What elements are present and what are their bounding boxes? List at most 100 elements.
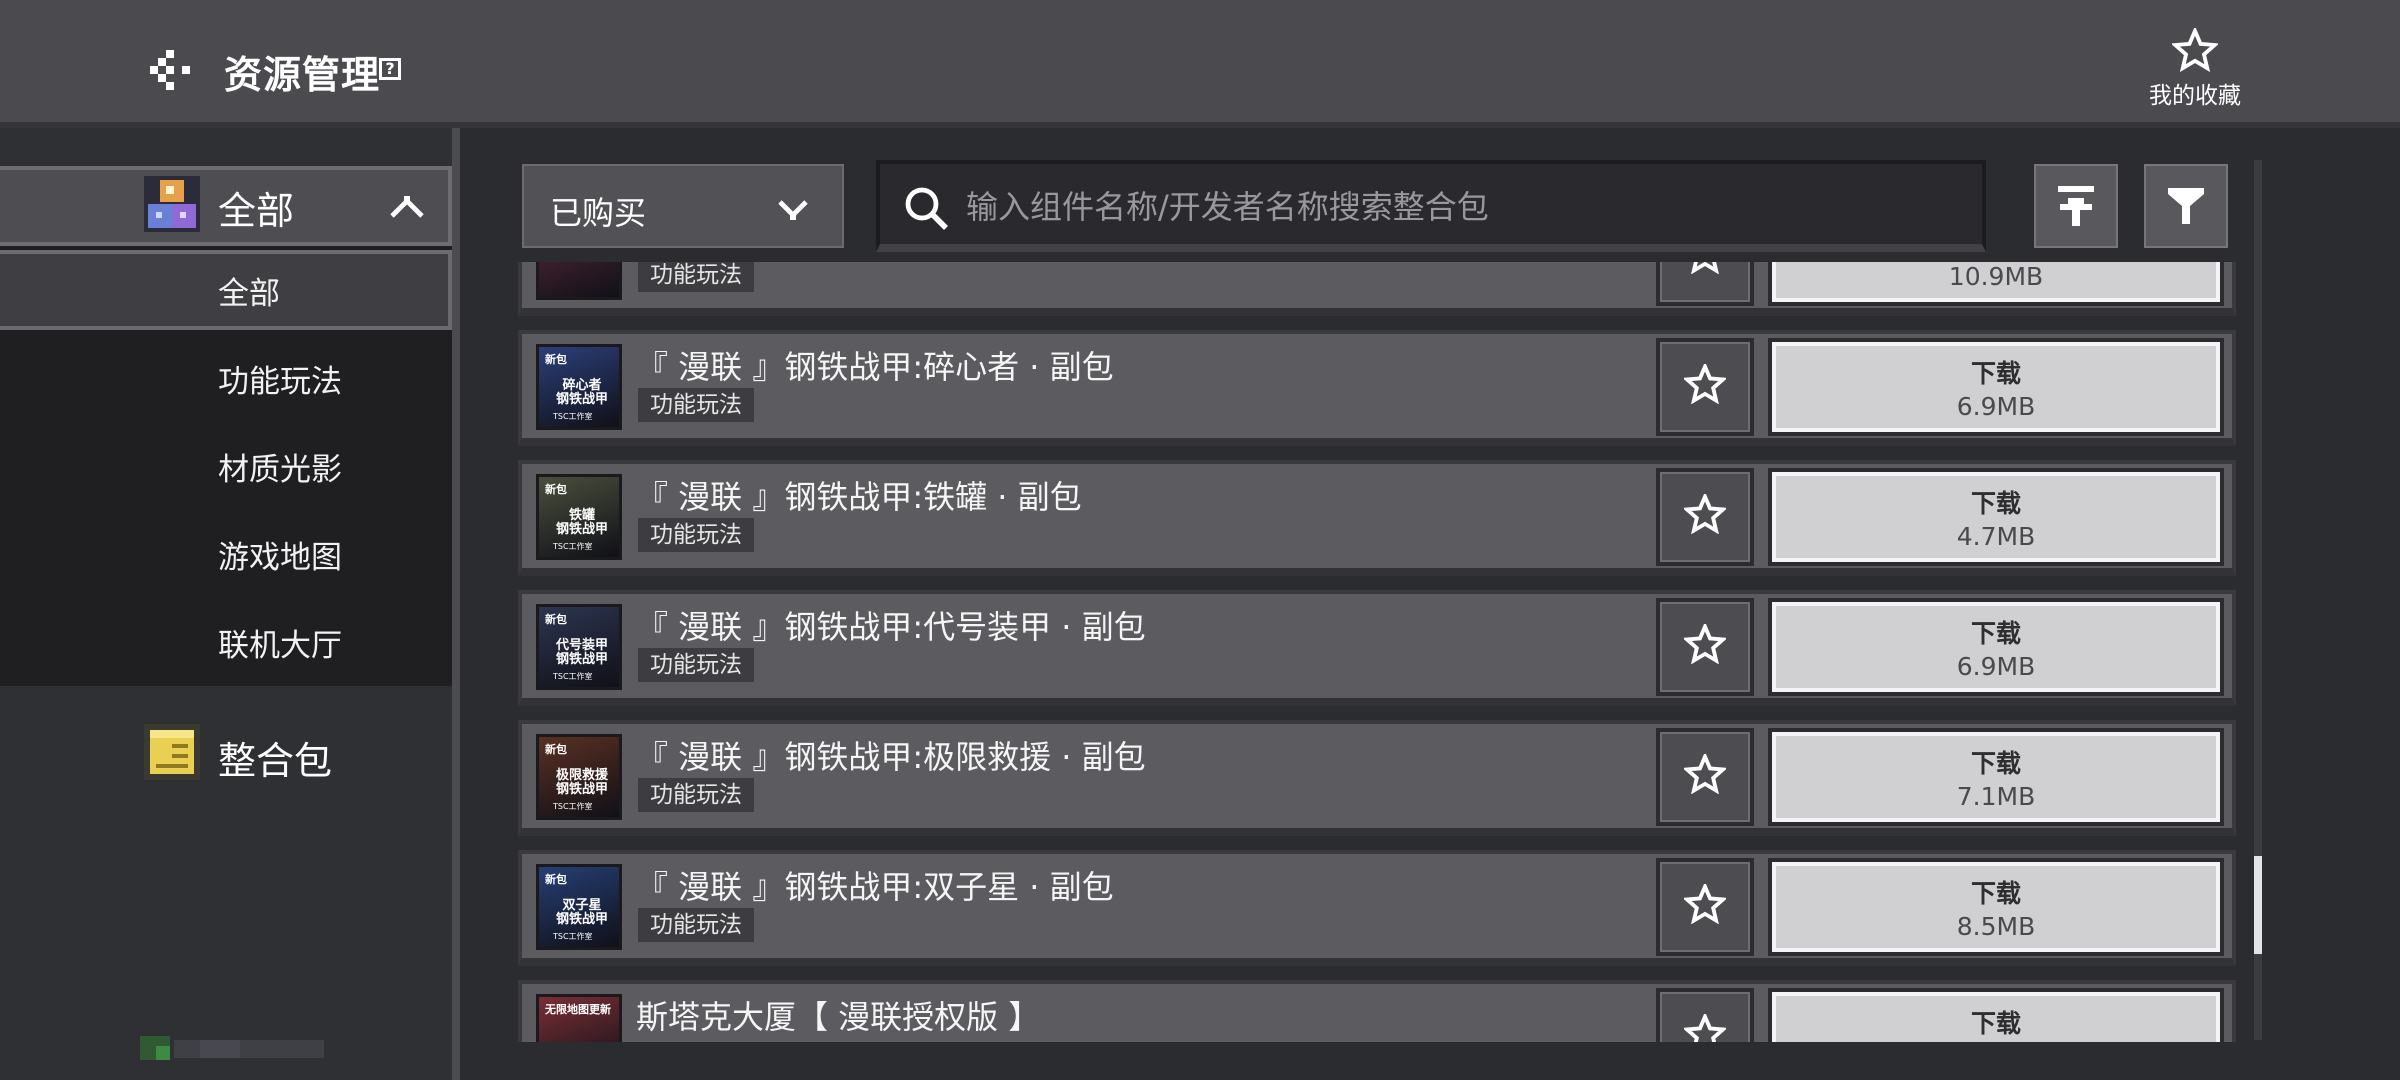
- resource-thumbnail: 新包 双子星 钢铁战甲 TSC工作室: [536, 864, 622, 950]
- file-size: 4.7MB: [1956, 522, 2036, 551]
- list-item[interactable]: 新包代号装甲 钢铁战甲 TSC工作室 『 漫联 』钢铁战甲:代号装甲 · 副包 功能玩法…: [518, 590, 2236, 706]
- download-button[interactable]: 下载 6.9MB: [1768, 338, 2224, 436]
- thumbnail-studio: TSC工作室: [553, 542, 593, 551]
- thumbnail-studio: TSC工作室: [553, 412, 593, 421]
- filter-dropdown-value: 已购买: [550, 194, 647, 232]
- resource-title: 斯塔克大厦【 漫联授权版 】: [636, 998, 1041, 1036]
- thumbnail-studio: TSC工作室: [553, 672, 593, 681]
- scrollbar-thumb[interactable]: [2254, 856, 2262, 954]
- favorite-button[interactable]: [1656, 728, 1754, 826]
- filter-button[interactable]: [2140, 160, 2232, 252]
- download-label: 下载: [1970, 1009, 2021, 1038]
- list-item[interactable]: 新包铁罐 钢铁战甲 TSC工作室 『 漫联 』钢铁战甲:铁罐 · 副包 功能玩法 下载 4.…: [518, 460, 2236, 576]
- thumbnail-title: 铁罐 钢铁战甲: [555, 508, 608, 537]
- resource-thumbnail: 无限地图更新: [536, 994, 622, 1042]
- download-label: 下载: [1970, 749, 2021, 778]
- file-size: 8.5MB: [1956, 912, 2036, 941]
- download-label: 下载: [1970, 359, 2021, 388]
- resource-title: 『 漫联 』钢铁战甲:铁罐 · 副包: [636, 478, 1082, 516]
- download-label: 下载: [1970, 489, 2021, 518]
- category-tag: 功能玩法: [638, 388, 754, 422]
- download-button[interactable]: 下载10.9MB: [1768, 262, 2224, 306]
- list-item[interactable]: 新包 双子星 钢铁战甲 TSC工作室 『 漫联 』钢铁战甲:双子星 · 副包 功能玩法 下载…: [518, 850, 2236, 966]
- favorite-button[interactable]: [1656, 858, 1754, 956]
- file-size: 6.9MB: [1956, 392, 2036, 421]
- star-icon: [1684, 364, 1726, 404]
- subcategory-item-gameplay[interactable]: 功能玩法: [218, 356, 342, 401]
- resource-thumbnail: 新包代号装甲 钢铁战甲 TSC工作室: [536, 604, 622, 690]
- search-icon: [905, 187, 948, 230]
- category-tag: 功能玩法: [638, 648, 754, 682]
- resource-title: 『 漫联 』钢铁战甲:碎心者 · 副包: [636, 348, 1114, 386]
- star-icon: [1684, 754, 1726, 794]
- thumbnail-badge: 新包: [545, 483, 567, 496]
- file-size: 10.9MB: [1948, 262, 2044, 291]
- star-icon: [1684, 1014, 1726, 1042]
- thumbnail-badge: 新包: [545, 613, 567, 626]
- search-input[interactable]: [964, 178, 1948, 236]
- list-item[interactable]: 新包 碎心者 钢铁战甲 TSC工作室 『 漫联 』钢铁战甲:碎心者 · 副包 功能玩法 下载…: [518, 330, 2236, 446]
- sidebar-divider: [452, 128, 460, 1080]
- download-button[interactable]: 下载: [1768, 988, 2224, 1042]
- subcategory-label[interactable]: 全部: [218, 268, 280, 313]
- thumbnail-badge: 新包: [545, 743, 567, 756]
- thumbnail-title: 极限救援 钢铁战甲: [555, 768, 608, 797]
- my-favorites-label: 我的收藏: [2149, 83, 2241, 109]
- category-tag: 功能玩法: [638, 778, 754, 812]
- download-button[interactable]: 下载 7.1MB: [1768, 728, 2224, 826]
- category-tag: 功能玩法: [638, 908, 754, 942]
- list-item[interactable]: 无限地图更新 斯塔克大厦【 漫联授权版 】 下载: [518, 980, 2236, 1042]
- scroll-to-top-button[interactable]: [2030, 160, 2122, 252]
- subcategory-item-maps[interactable]: 游戏地图: [218, 532, 342, 577]
- resource-title: 『 漫联 』钢铁战甲:极限救援 · 副包: [636, 738, 1146, 776]
- download-button[interactable]: 下载 6.9MB: [1768, 598, 2224, 696]
- download-button[interactable]: 下载 4.7MB: [1768, 468, 2224, 566]
- category-all-label: 全部: [218, 189, 295, 233]
- favorite-button[interactable]: [1656, 988, 1754, 1042]
- star-icon: [1691, 262, 1719, 274]
- back-icon[interactable]: [150, 50, 198, 90]
- filter-dropdown[interactable]: 已购买: [518, 160, 848, 252]
- thumbnail-studio: TSC工作室: [553, 802, 593, 811]
- favorite-button[interactable]: [1656, 598, 1754, 696]
- resource-title: 『 漫联 』钢铁战甲:双子星 · 副包: [636, 868, 1114, 906]
- star-icon: [2172, 28, 2218, 72]
- scroll-top-icon: [2058, 186, 2094, 226]
- subcategory-item-textures[interactable]: 材质光影: [218, 444, 342, 489]
- resource-thumbnail: [536, 262, 622, 300]
- favorite-button[interactable]: [1656, 468, 1754, 566]
- thumbnail-badge: 新包: [545, 873, 567, 886]
- resource-thumbnail: 新包 碎心者 钢铁战甲 TSC工作室: [536, 344, 622, 430]
- file-size: 7.1MB: [1956, 782, 2036, 811]
- search-box[interactable]: [876, 160, 1986, 252]
- thumbnail-badge: 无限地图更新: [545, 1003, 611, 1016]
- chevron-down-icon: [778, 200, 808, 220]
- chevron-up-icon[interactable]: [390, 196, 424, 218]
- resource-list: 功能玩法下载10.9MB新包碎心者钢铁战甲TSC工作室『 漫联 』钢铁战甲:碎心…: [514, 262, 2236, 1042]
- account-info-blurred: [140, 1036, 324, 1060]
- download-button[interactable]: 下载 8.5MB: [1768, 858, 2224, 956]
- blocks-icon: [144, 176, 200, 232]
- resource-title: 『 漫联 』钢铁战甲:代号装甲 · 副包: [636, 608, 1146, 646]
- thumbnail-title: 双子星 钢铁战甲: [555, 898, 608, 927]
- category-tag: 功能玩法: [638, 518, 754, 552]
- favorite-button[interactable]: [1656, 262, 1754, 306]
- resource-thumbnail: 新包铁罐 钢铁战甲 TSC工作室: [536, 474, 622, 560]
- star-icon: [1684, 494, 1726, 534]
- star-icon: [1684, 884, 1726, 924]
- list-item[interactable]: 功能玩法 下载10.9MB: [518, 262, 2236, 316]
- subcategory-item-multiplayer[interactable]: 联机大厅: [218, 620, 342, 665]
- thumbnail-title: 代号装甲 钢铁战甲: [555, 638, 608, 667]
- star-icon: [1684, 624, 1726, 664]
- folder-icon: [144, 724, 200, 780]
- list-item[interactable]: 新包极限救援 钢铁战甲 TSC工作室 『 漫联 』钢铁战甲:极限救援 · 副包 功能玩法…: [518, 720, 2236, 836]
- question-box-icon[interactable]: ?: [379, 58, 401, 80]
- funnel-icon: [2168, 188, 2204, 224]
- download-label: 下载: [1970, 879, 2021, 908]
- favorite-button[interactable]: [1656, 338, 1754, 436]
- file-size: 6.9MB: [1956, 652, 2036, 681]
- category-pack-label[interactable]: 整合包: [218, 730, 332, 785]
- top-bar: 资源管理 ? 我的收藏: [0, 0, 2400, 128]
- page-title: 资源管理: [224, 53, 381, 97]
- my-favorites-button[interactable]: 我的收藏: [2130, 28, 2260, 112]
